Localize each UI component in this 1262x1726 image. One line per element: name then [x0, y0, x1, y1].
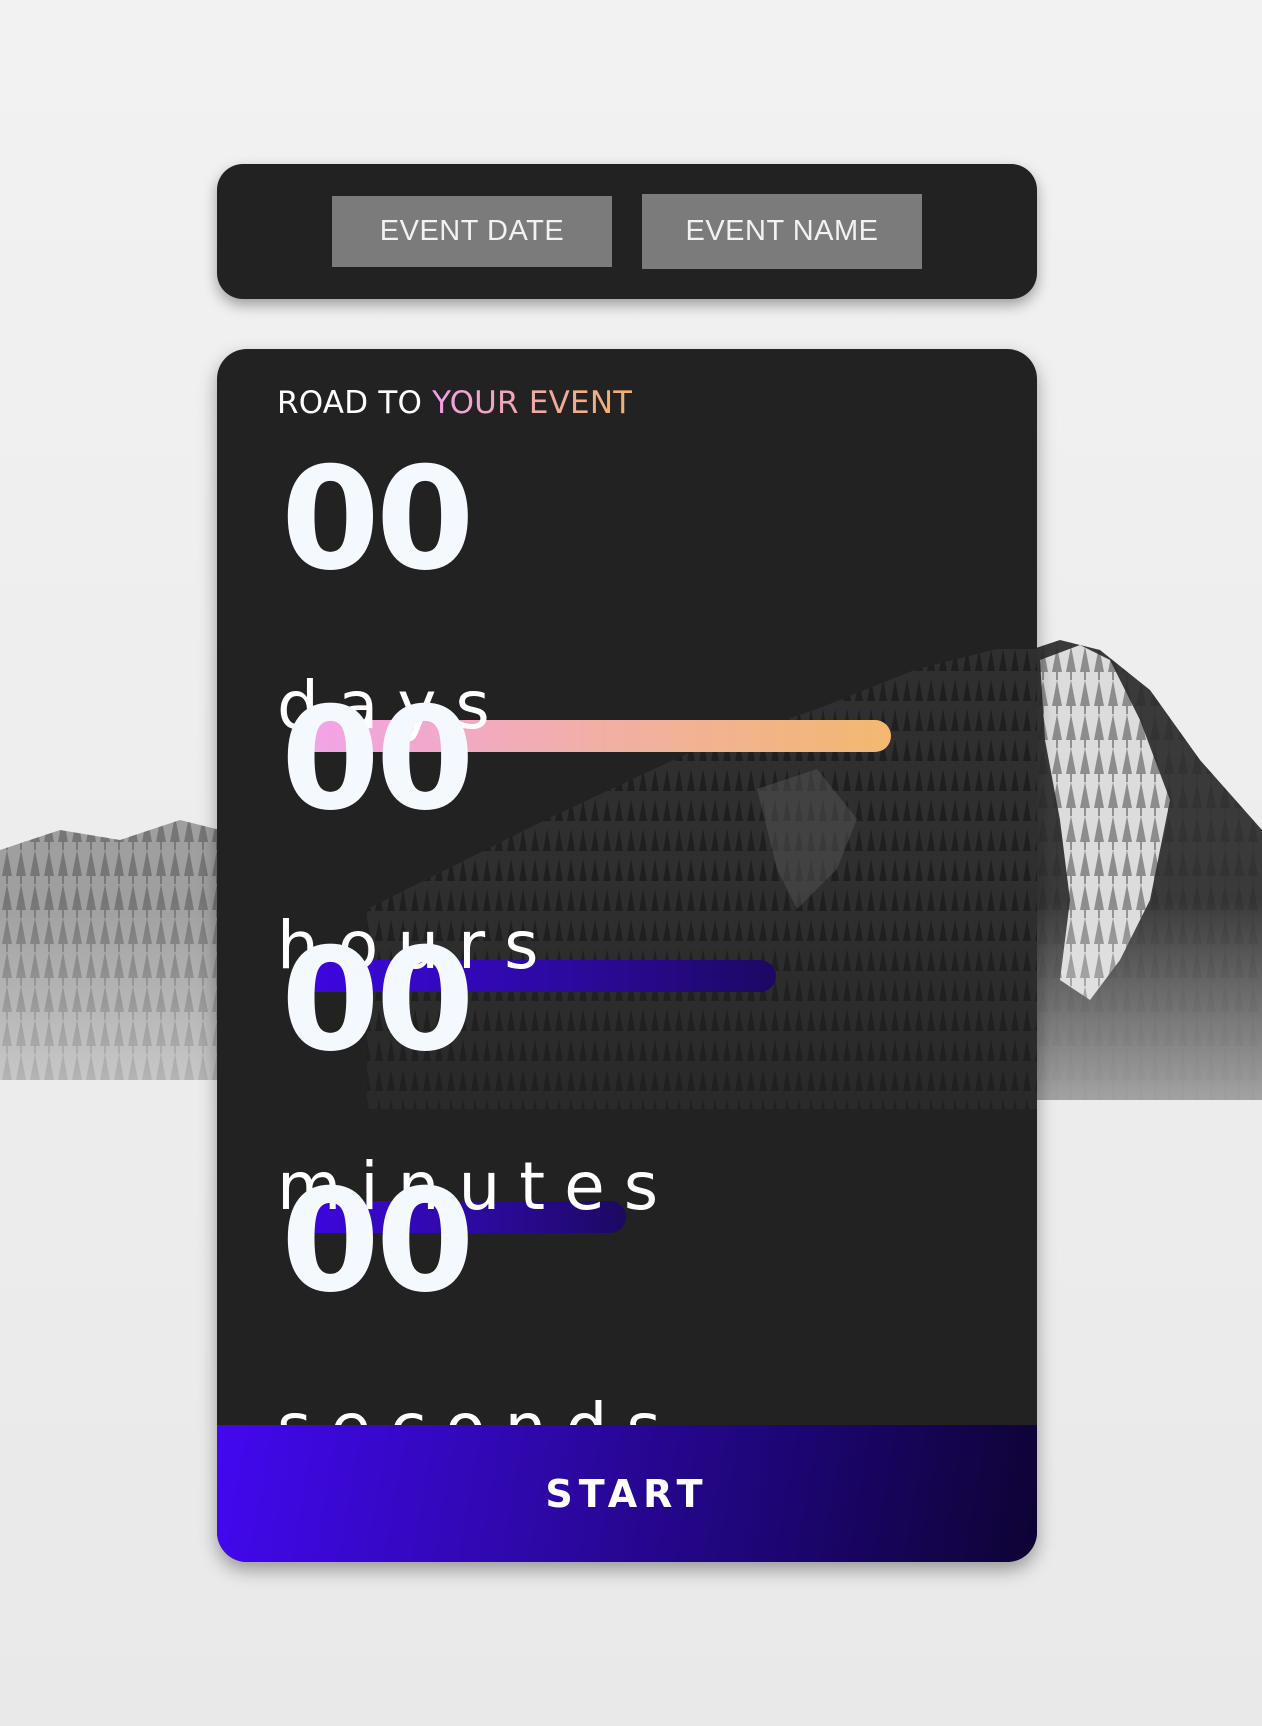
- minutes-value: 00: [281, 918, 475, 1083]
- card-title-prefix: ROAD TO: [277, 385, 433, 421]
- event-input-panel: EVENT DATE EVENT NAME: [217, 164, 1037, 299]
- countdown-minutes: 00 minutes: [277, 918, 977, 1233]
- countdown-days: 00 days: [277, 437, 977, 752]
- countdown-hours: 00 hours: [277, 677, 977, 992]
- countdown-seconds: 00 seconds: [277, 1159, 977, 1474]
- event-date-input[interactable]: EVENT DATE: [332, 196, 612, 267]
- seconds-value: 00: [281, 1159, 475, 1324]
- event-name-input[interactable]: EVENT NAME: [642, 194, 922, 269]
- card-title-event: YOUR EVENT: [432, 385, 633, 421]
- countdown-card: ROAD TO YOUR EVENT 00 days 00 hours 00 m…: [217, 349, 1037, 1562]
- days-value: 00: [281, 437, 475, 602]
- card-title: ROAD TO YOUR EVENT: [277, 385, 632, 421]
- start-button[interactable]: START: [217, 1425, 1037, 1562]
- hours-value: 00: [281, 677, 475, 842]
